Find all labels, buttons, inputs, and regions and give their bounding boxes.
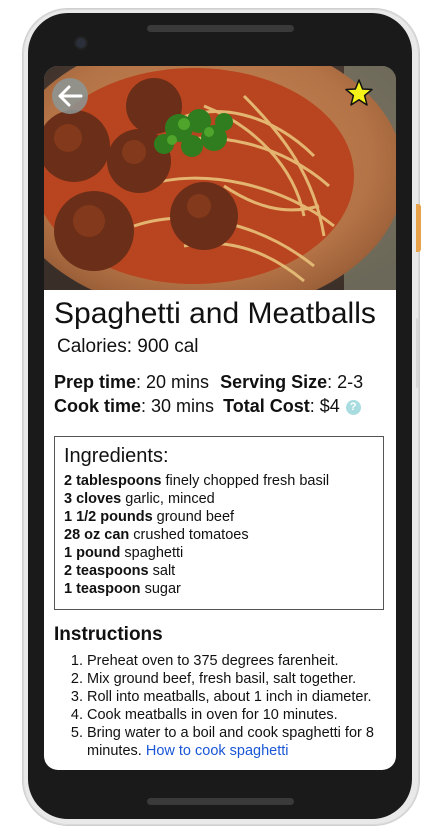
calories-text: Calories: 900 cal: [57, 336, 199, 357]
meta-row-prep-serving: Prep time: 20 mins Serving Size: 2-3: [54, 372, 363, 393]
instruction-step: Preheat oven to 375 degrees farenheit.: [87, 652, 384, 670]
ingredients-panel: Ingredients: 2 tablespoons finely choppe…: [54, 436, 384, 610]
ingredient-qty: 2 tablespoons: [64, 473, 162, 489]
ingredient-qty: 28 oz can: [64, 527, 130, 543]
total-cost-label: Total Cost: [223, 396, 310, 416]
ingredient-qty: 1 1/2 pounds: [64, 509, 153, 525]
ingredient-text: sugar: [140, 581, 181, 597]
ingredient-qty: 1 teaspoon: [64, 581, 141, 597]
ingredient-text: finely chopped fresh basil: [161, 473, 330, 489]
volume-button: [416, 318, 419, 388]
ingredient-text: crushed tomatoes: [129, 527, 249, 543]
serving-size-value: : 2-3: [327, 372, 364, 392]
ingredient-text: ground beef: [152, 509, 235, 525]
ingredients-title: Ingredients:: [64, 445, 169, 467]
prep-time-value: : 20 mins: [136, 372, 210, 392]
recipe-title: Spaghetti and Meatballs: [54, 297, 376, 330]
app-screen: Spaghetti and Meatballs Calories: 900 ca…: [44, 66, 396, 770]
ingredient-text: salt: [148, 563, 176, 579]
instructions-list: Preheat oven to 375 degrees farenheit. M…: [54, 652, 384, 760]
instruction-step-with-link: Bring water to a boil and cook spaghetti…: [87, 724, 384, 760]
total-cost-value: : $4: [309, 396, 340, 416]
bottom-speaker: [147, 798, 294, 805]
prep-time-label: Prep time: [54, 372, 137, 392]
cook-time-value: : 30 mins: [141, 396, 215, 416]
power-button: [416, 204, 421, 252]
back-arrow-icon: [58, 85, 83, 107]
instruction-step: Cook meatballs in oven for 10 minutes.: [87, 706, 384, 724]
ingredient-text: garlic, minced: [121, 491, 215, 507]
ingredient-item: 1 pound spaghetti: [64, 544, 374, 562]
ingredient-qty: 1 pound: [64, 545, 121, 561]
ingredient-text: spaghetti: [120, 545, 184, 561]
meta-row-cook-cost: Cook time: 30 mins Total Cost: $4?: [54, 396, 361, 417]
star-icon[interactable]: [344, 78, 374, 108]
ingredient-item: 28 oz can crushed tomatoes: [64, 526, 374, 544]
how-to-cook-link[interactable]: How to cook spaghetti: [146, 743, 289, 759]
front-camera: [76, 38, 86, 48]
ingredient-item: 1 1/2 pounds ground beef: [64, 508, 374, 526]
serving-size-label: Serving Size: [220, 372, 328, 392]
ingredient-qty: 2 teaspoons: [64, 563, 149, 579]
instruction-step: Roll into meatballs, about 1 inch in dia…: [87, 688, 384, 706]
ingredient-item: 2 tablespoons finely chopped fresh basil: [64, 472, 374, 490]
cook-time-label: Cook time: [54, 396, 142, 416]
instruction-step: Mix ground beef, fresh basil, salt toget…: [87, 670, 384, 688]
back-button[interactable]: [52, 78, 88, 114]
ingredient-qty: 3 cloves: [64, 491, 122, 507]
help-icon[interactable]: ?: [345, 399, 361, 415]
ingredients-list: 2 tablespoons finely chopped fresh basil…: [64, 472, 374, 598]
ingredient-item: 3 cloves garlic, minced: [64, 490, 374, 508]
ingredient-item: 1 teaspoon sugar: [64, 580, 374, 598]
top-speaker: [147, 25, 294, 32]
recipe-photo: [44, 66, 396, 290]
instructions-title: Instructions: [54, 624, 163, 645]
ingredient-item: 2 teaspoons salt: [64, 562, 374, 580]
